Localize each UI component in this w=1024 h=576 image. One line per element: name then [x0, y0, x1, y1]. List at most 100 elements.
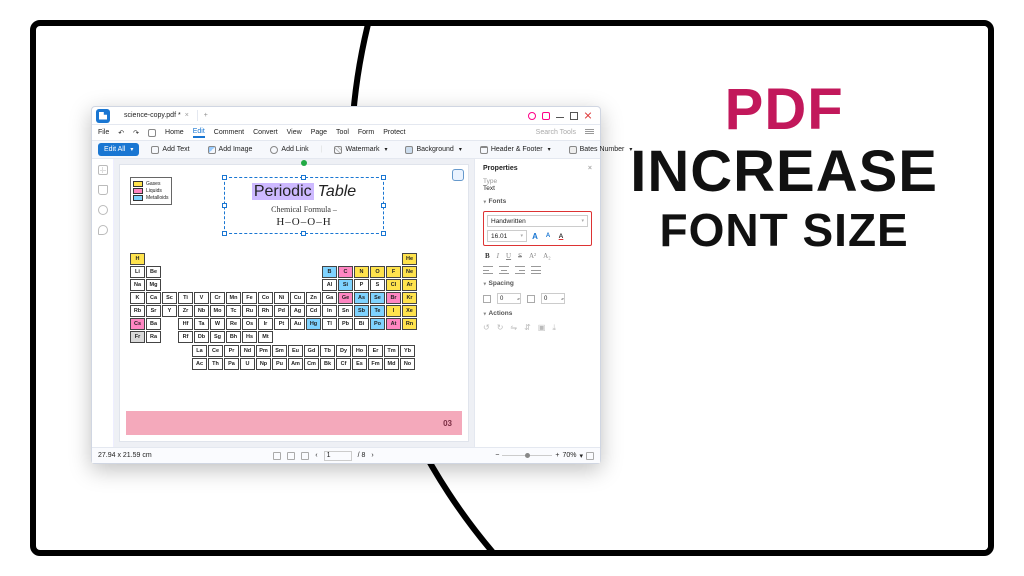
- italic-button[interactable]: I: [497, 252, 499, 260]
- image-icon: [208, 146, 216, 154]
- element-cell: Tb: [320, 345, 335, 357]
- menu-protect[interactable]: Protect: [383, 129, 405, 136]
- add-text-button[interactable]: Add Text: [145, 143, 195, 157]
- zoom-slider[interactable]: [502, 455, 552, 456]
- rotate-handle-icon[interactable]: [301, 160, 307, 166]
- font-size-select[interactable]: 16.01: [487, 230, 527, 242]
- element-cell: Pd: [274, 305, 289, 317]
- align-center-icon[interactable]: [499, 266, 509, 274]
- zoom-chevron-icon[interactable]: ▾: [579, 452, 583, 460]
- element-cell: Er: [368, 345, 383, 357]
- selection-handles[interactable]: [224, 177, 384, 234]
- legend: Gases Liquids Metalloids: [130, 177, 172, 205]
- font-family-select[interactable]: Handwritten: [487, 215, 588, 227]
- selected-text-box[interactable]: Periodic Table Chemical Formula – H–O–O–…: [230, 183, 378, 228]
- decrease-font-icon[interactable]: A: [543, 231, 553, 241]
- element-cell: Bh: [226, 331, 241, 343]
- document-tab[interactable]: science-copy.pdf * ×: [116, 110, 198, 121]
- add-image-button[interactable]: Add Image: [202, 143, 259, 157]
- headline: PDF Increase Font Size: [630, 81, 938, 253]
- panel-close-icon[interactable]: ×: [588, 165, 592, 172]
- undo-icon[interactable]: ↶: [118, 129, 124, 137]
- menu-convert[interactable]: Convert: [253, 129, 278, 136]
- edit-all-button[interactable]: Edit All: [98, 143, 139, 156]
- fit-width-icon[interactable]: [301, 452, 309, 460]
- flip-h-icon[interactable]: ⇋: [510, 323, 517, 333]
- bold-button[interactable]: B: [485, 252, 490, 260]
- attachments-icon[interactable]: [98, 205, 108, 215]
- line-spacing-field[interactable]: 0: [541, 293, 565, 304]
- menu-comment[interactable]: Comment: [214, 129, 244, 136]
- element-cell: Yb: [400, 345, 415, 357]
- next-page-icon[interactable]: ›: [371, 452, 373, 459]
- menu-home[interactable]: Home: [165, 129, 184, 136]
- page-number-field[interactable]: 1: [324, 451, 352, 461]
- spacing-section-title[interactable]: Spacing: [483, 280, 592, 287]
- window-close-icon[interactable]: [584, 112, 592, 120]
- menu-view[interactable]: View: [287, 129, 302, 136]
- window-maximize-icon[interactable]: [570, 112, 578, 120]
- clipboard-icon[interactable]: [452, 169, 464, 181]
- text-icon: [151, 146, 159, 154]
- element-cell: S: [370, 279, 385, 291]
- menu-tool[interactable]: Tool: [336, 129, 349, 136]
- cloud-icon[interactable]: [528, 112, 536, 120]
- menu-edit[interactable]: Edit: [193, 128, 205, 138]
- pdf-page[interactable]: Gases Liquids Metalloids Periodic Table …: [120, 165, 468, 441]
- bates-number-button[interactable]: Bates Number: [563, 143, 639, 157]
- prev-page-icon[interactable]: ‹: [315, 452, 317, 459]
- increase-font-icon[interactable]: A: [530, 231, 540, 241]
- menu-form[interactable]: Form: [358, 129, 374, 136]
- bookmarks-icon[interactable]: [98, 185, 108, 195]
- element-cell: Gd: [304, 345, 319, 357]
- element-cell: Cr: [210, 292, 225, 304]
- background-button[interactable]: Background: [399, 143, 467, 157]
- element-cell: Tc: [226, 305, 241, 317]
- align-right-icon[interactable]: [515, 266, 525, 274]
- share-icon[interactable]: [542, 112, 550, 120]
- edit-toolbar: Edit All Add Text Add Image Add Link | W…: [92, 141, 600, 159]
- tab-close-icon[interactable]: ×: [185, 112, 189, 119]
- underline-button[interactable]: U: [506, 252, 511, 260]
- zoom-out-icon[interactable]: −: [495, 452, 499, 459]
- subscript-button[interactable]: A₂: [543, 252, 551, 260]
- element-cell: Ba: [146, 318, 161, 330]
- watermark-button[interactable]: Watermark: [328, 143, 393, 157]
- element-cell: Ce: [208, 345, 223, 357]
- char-spacing-field[interactable]: 0: [497, 293, 521, 304]
- actions-section-title[interactable]: Actions: [483, 310, 592, 317]
- flip-v-icon[interactable]: ⇵: [524, 323, 531, 333]
- hand-tool-icon[interactable]: [273, 452, 281, 460]
- hamburger-icon[interactable]: [585, 128, 594, 137]
- select-tool-icon[interactable]: [287, 452, 295, 460]
- panel-title: Properties: [483, 165, 518, 172]
- strike-button[interactable]: S: [518, 252, 522, 260]
- search-tools[interactable]: Search Tools: [536, 129, 576, 136]
- canvas[interactable]: Gases Liquids Metalloids Periodic Table …: [114, 159, 474, 447]
- align-left-icon[interactable]: [483, 266, 493, 274]
- fonts-section-title[interactable]: Fonts: [483, 198, 592, 205]
- zoom-in-icon[interactable]: +: [555, 452, 559, 459]
- superscript-button[interactable]: A²: [529, 252, 536, 260]
- fullscreen-icon[interactable]: [586, 452, 594, 460]
- menu-page[interactable]: Page: [311, 129, 327, 136]
- element-cell: Cm: [304, 358, 319, 370]
- crop-icon[interactable]: ▣: [538, 323, 546, 333]
- window-minimize-icon[interactable]: [556, 117, 564, 118]
- headline-pdf: PDF: [725, 81, 844, 139]
- home-icon[interactable]: [148, 129, 156, 137]
- thumbnails-icon[interactable]: [98, 165, 108, 175]
- new-tab-button[interactable]: +: [198, 112, 214, 119]
- extract-icon[interactable]: ⤓: [552, 323, 556, 333]
- redo-icon[interactable]: ↷: [133, 129, 139, 137]
- font-color-icon[interactable]: A: [556, 231, 566, 241]
- menu-file[interactable]: File: [98, 129, 109, 136]
- rotate-left-icon[interactable]: ↺: [483, 323, 490, 333]
- add-link-button[interactable]: Add Link: [264, 143, 314, 157]
- header-footer-button[interactable]: Header & Footer: [474, 143, 557, 157]
- comments-icon[interactable]: [98, 225, 108, 235]
- element-cell: Am: [288, 358, 303, 370]
- element-cell: No: [400, 358, 415, 370]
- align-justify-icon[interactable]: [531, 266, 541, 274]
- rotate-right-icon[interactable]: ↻: [497, 323, 504, 333]
